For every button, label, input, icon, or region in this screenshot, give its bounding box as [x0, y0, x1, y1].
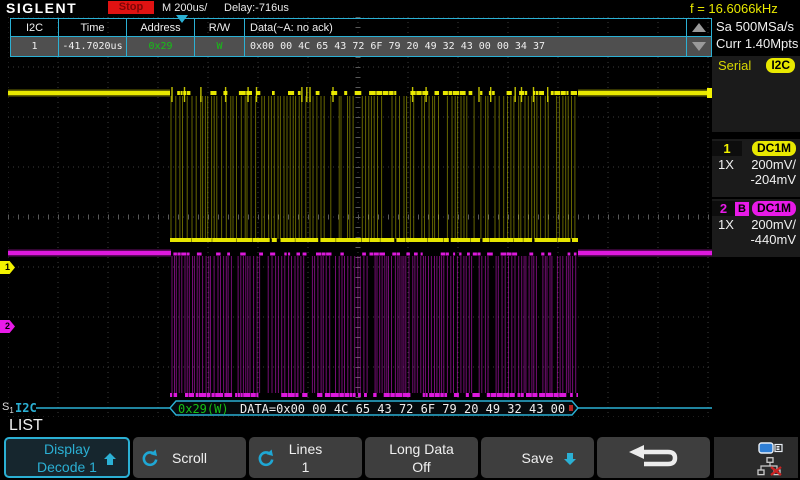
ch2-trace-edges: [172, 256, 576, 393]
serial-label: Serial: [718, 58, 751, 73]
top-status-bar: SIGLENT Stop M 200us/ Delay:-716us f = 1…: [0, 0, 800, 16]
save-button-label: Save: [522, 449, 554, 467]
siglent-logo: SIGLENT: [6, 0, 77, 16]
header-cell-bus: I2C: [11, 19, 59, 37]
arrow-down-icon: [564, 453, 576, 465]
decode-list-table[interactable]: I2C Time Address R/W Data(~A: no ack) 1 …: [10, 18, 712, 57]
ch1-attenuation: 1X: [718, 157, 734, 172]
lines-button-label: Lines: [289, 440, 322, 458]
table-scroll-up-button[interactable]: [687, 19, 711, 37]
rotate-icon: [140, 449, 158, 467]
lan-disconnected-icon: [757, 457, 783, 476]
ch1-offset: -204mV: [712, 172, 800, 187]
display-button-label: Display: [44, 440, 90, 458]
decode-source-label: S1: [2, 401, 14, 415]
long-data-button[interactable]: Long Data Off: [365, 437, 478, 478]
channel2-panel[interactable]: 2 B DC1M 1X 200mV/ -440mV: [712, 199, 800, 257]
return-icon: [626, 444, 682, 472]
ch2-coupling-badge: DC1M: [752, 201, 796, 216]
header-cell-data: Data(~A: no ack): [245, 19, 687, 37]
row-cell-index[interactable]: 1: [11, 37, 59, 56]
waveform-canvas[interactable]: [8, 17, 712, 417]
frequency-counter-readout: f = 16.6066kHz: [690, 1, 778, 16]
triangle-down-icon: [692, 42, 706, 51]
decode-packet-data: DATA=0x00 00 4C 65 43 72 6F 79 20 49 32 …: [240, 402, 565, 416]
trigger-position-marker-icon[interactable]: [176, 15, 188, 23]
table-scroll-down-button[interactable]: [687, 37, 711, 56]
scroll-button[interactable]: Scroll: [133, 437, 246, 478]
lines-button[interactable]: Lines 1: [249, 437, 362, 478]
ch1-scale: 200mV/: [751, 157, 796, 172]
ch1-trace-edges: [171, 96, 575, 239]
ch2-bandwidth-limit-badge: B: [735, 202, 749, 216]
scroll-button-label: Scroll: [172, 449, 207, 467]
triangle-up-icon: [692, 23, 706, 32]
ch2-attenuation: 1X: [718, 217, 734, 232]
row-cell-data[interactable]: 0x00 00 4C 65 43 72 6F 79 20 49 32 43 00…: [245, 37, 687, 56]
header-cell-time: Time: [59, 19, 127, 37]
display-button-value: Decode 1: [37, 458, 97, 476]
serial-bus-type-badge: I2C: [766, 58, 795, 73]
oscilloscope-screen: SIGLENT Stop M 200us/ Delay:-716us f = 1…: [0, 0, 800, 480]
softkey-menu-bar: Display Decode 1 Scroll Lines 1 Long Dat…: [4, 437, 710, 478]
decode-truncation-marker: [569, 405, 573, 411]
memory-depth-readout: Curr 1.40Mpts: [716, 35, 798, 52]
ch1-number: 1: [712, 141, 742, 156]
row-cell-address[interactable]: 0x29: [127, 37, 195, 56]
list-mode-label: LIST: [9, 417, 43, 435]
ch1-coupling-badge: DC1M: [752, 141, 796, 156]
ch2-offset: -440mV: [712, 232, 800, 247]
timebase-readout: M 200us/: [162, 2, 207, 14]
row-cell-rw[interactable]: W: [195, 37, 245, 56]
long-data-button-label: Long Data: [389, 440, 454, 458]
status-icon-panel: [714, 437, 798, 478]
channel1-panel[interactable]: 1 DC1M 1X 200mV/ -204mV: [712, 139, 800, 197]
back-button[interactable]: [597, 437, 710, 478]
acquisition-readout: Sa 500MSa/s Curr 1.40Mpts: [716, 18, 798, 52]
display-decode-button[interactable]: Display Decode 1: [4, 437, 130, 478]
serial-bus-panel[interactable]: Serial I2C: [712, 56, 800, 132]
long-data-button-value: Off: [412, 458, 430, 476]
header-cell-rw: R/W: [195, 19, 245, 37]
save-button[interactable]: Save: [481, 437, 594, 478]
arrow-up-icon: [104, 453, 116, 465]
ch2-number: 2: [712, 201, 735, 216]
delay-readout: Delay:-716us: [224, 2, 289, 14]
sample-rate-readout: Sa 500MSa/s: [716, 18, 798, 35]
decode-packet-address: 0x29(W): [178, 402, 229, 416]
row-cell-time[interactable]: -41.7020us: [59, 37, 127, 56]
decode-bus-label: I2C: [15, 401, 37, 415]
rotate-icon: [256, 449, 274, 467]
run-state-badge: Stop: [108, 1, 154, 14]
usb-icon: [758, 440, 786, 456]
lines-button-value: 1: [302, 458, 310, 476]
ch2-scale: 200mV/: [751, 217, 796, 232]
